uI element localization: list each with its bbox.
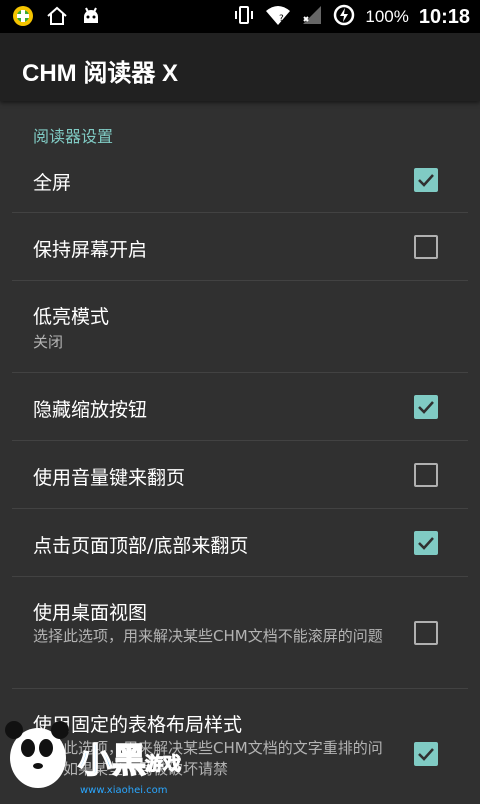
setting-title: 保持屏幕开启 [33,239,148,261]
check-icon [418,174,434,187]
app-bar: CHM 阅读器 X [0,33,480,101]
tap-paging-checkbox[interactable] [414,531,438,555]
section-header: 阅读器设置 [33,127,114,146]
volume-keys-checkbox[interactable] [414,463,438,487]
hide-zoom-checkbox[interactable] [414,395,438,419]
setting-tap-paging[interactable]: 点击页面顶部/底部来翻页 [12,509,468,577]
wifi-icon: ? [265,4,291,30]
fullscreen-checkbox[interactable] [414,168,438,192]
setting-title: 隐藏缩放按钮 [33,399,148,421]
check-icon [418,537,434,550]
setting-fullscreen[interactable]: 全屏 [12,146,468,213]
check-icon [418,401,434,414]
setting-low-brightness[interactable]: 低亮模式 关闭 [12,281,468,373]
android-debug-icon [80,5,102,31]
setting-title: 低亮模式 [33,306,110,328]
setting-desktop-view[interactable]: 使用桌面视图 选择此选项，用来解决某些CHM文档不能滚屏的问题 [12,577,468,689]
svg-text:?: ? [279,14,284,24]
clock: 10:18 [418,5,470,28]
setting-keep-screen-on[interactable]: 保持屏幕开启 [12,213,468,281]
home-icon [46,6,68,30]
setting-volume-keys-paging[interactable]: 使用音量键来翻页 [12,441,468,509]
setting-title: 全屏 [33,172,72,194]
svg-text:游戏: 游戏 [145,753,181,775]
watermark-logo: 小黑 游戏 www.xiaohei.com [0,700,200,800]
setting-title: 使用桌面视图 [33,602,148,624]
svg-text:小黑: 小黑 [78,741,146,781]
check-icon [418,748,434,761]
setting-summary: 选择此选项，用来解决某些CHM文档不能滚屏的问题 [33,627,383,645]
desktop-view-checkbox[interactable] [414,621,438,645]
setting-summary: 关闭 [33,333,64,351]
keep-screen-on-checkbox[interactable] [414,235,438,259]
app-notification-icon [12,5,34,31]
status-bar: ? 100% 10:18 [0,0,480,33]
app-title: CHM 阅读器 X [22,60,178,87]
fixed-table-checkbox[interactable] [414,742,438,766]
settings-list: 阅读器设置 全屏 保持屏幕开启 低亮模式 关闭 隐藏缩放按钮 使用音量键来翻页 … [0,101,480,800]
signal-x-icon [301,4,323,30]
battery-charging-icon [333,4,355,30]
vibrate-icon [233,4,255,30]
setting-title: 点击页面顶部/底部来翻页 [33,535,249,557]
battery-percent: 100% [365,7,409,26]
setting-title: 使用音量键来翻页 [33,467,186,489]
setting-hide-zoom-buttons[interactable]: 隐藏缩放按钮 [12,373,468,441]
svg-text:www.xiaohei.com: www.xiaohei.com [80,785,168,796]
